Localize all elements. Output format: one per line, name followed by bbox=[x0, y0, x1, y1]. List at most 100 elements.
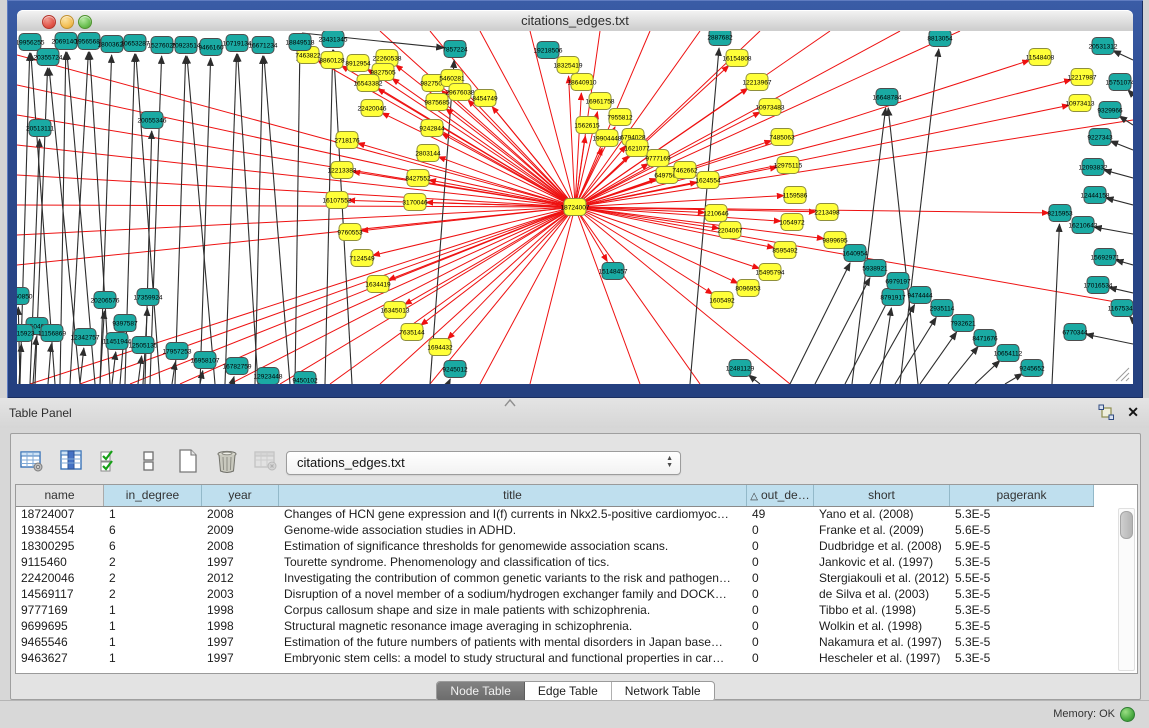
graph-node[interactable]: 25260850 bbox=[17, 288, 33, 305]
graph-node[interactable]: 8860128 bbox=[319, 52, 345, 69]
graph-node[interactable]: 8215953 bbox=[1047, 205, 1073, 222]
graph-node[interactable]: 9777169 bbox=[645, 150, 671, 167]
vertical-scrollbar[interactable] bbox=[1118, 508, 1135, 671]
graph-node[interactable]: 11675342 bbox=[1108, 300, 1133, 317]
graph-node[interactable]: 9450102 bbox=[292, 372, 318, 385]
graph-node[interactable]: 19956255 bbox=[17, 34, 45, 51]
graph-node[interactable]: 1210646 bbox=[703, 205, 729, 222]
graph-node[interactable]: 7485063 bbox=[769, 129, 795, 146]
table-select-dropdown[interactable]: citations_edges.txt ▲▼ bbox=[286, 451, 681, 475]
graph-node[interactable]: 15495794 bbox=[756, 264, 785, 281]
graph-node[interactable]: 9397587 bbox=[112, 315, 138, 332]
graph-node[interactable]: 12213967 bbox=[743, 74, 772, 91]
column-header-pagerank[interactable]: pagerank bbox=[950, 485, 1094, 506]
graph-node[interactable]: 12975115 bbox=[774, 157, 803, 174]
float-panel-icon[interactable] bbox=[1098, 404, 1115, 420]
table-settings-icon[interactable] bbox=[19, 448, 45, 474]
graph-node[interactable]: 12217987 bbox=[1068, 69, 1097, 86]
graph-node[interactable]: 1694432 bbox=[427, 339, 453, 356]
graph-node[interactable]: 20355724 bbox=[34, 49, 63, 66]
graph-node[interactable]: 16154808 bbox=[723, 50, 752, 67]
graph-node[interactable]: 2803144 bbox=[415, 145, 441, 162]
graph-node[interactable]: 3915923 bbox=[17, 325, 35, 342]
graph-node[interactable]: 17359924 bbox=[134, 289, 163, 306]
graph-node[interactable]: 2935114 bbox=[930, 300, 955, 317]
graph-node[interactable]: 29676038 bbox=[446, 84, 475, 101]
graph-node[interactable]: 20206576 bbox=[91, 292, 120, 309]
graph-node[interactable]: 11451944 bbox=[103, 333, 132, 350]
graph-node[interactable]: 18325419 bbox=[554, 57, 583, 74]
graph-node[interactable]: 9466160 bbox=[198, 39, 224, 56]
graph-node[interactable]: 9242844 bbox=[419, 120, 445, 137]
scrollbar-thumb[interactable] bbox=[1120, 511, 1133, 539]
graph-node[interactable]: 20923514 bbox=[172, 37, 201, 54]
row-stack-icon[interactable] bbox=[136, 448, 162, 474]
graph-node[interactable]: 2213498 bbox=[814, 204, 840, 221]
graph-node[interactable]: 5938921 bbox=[862, 260, 888, 277]
graph-node[interactable]: 17016534 bbox=[1084, 277, 1113, 294]
graph-node[interactable]: 7932621 bbox=[950, 315, 976, 332]
network-canvas[interactable]: 1872400774638228860128891295422260538982… bbox=[17, 31, 1133, 384]
graph-node[interactable]: 16107552 bbox=[323, 192, 352, 209]
graph-node[interactable]: 1159586 bbox=[783, 187, 808, 204]
graph-node[interactable]: 8813054 bbox=[927, 31, 953, 47]
graph-node[interactable]: 15692971 bbox=[1091, 249, 1120, 266]
graph-node[interactable]: 18849518 bbox=[286, 34, 315, 51]
table-row[interactable]: 1938455462009Genome-wide association stu… bbox=[16, 522, 1137, 538]
graph-node[interactable]: 6770344 bbox=[1062, 324, 1088, 341]
network-graph[interactable]: 1872400774638228860128891295422260538982… bbox=[17, 31, 1133, 384]
table-row[interactable]: 946362711997Embryonic stem cells: a mode… bbox=[16, 650, 1137, 666]
column-header-short[interactable]: short bbox=[814, 485, 950, 506]
graph-node[interactable]: 11156869 bbox=[38, 325, 66, 342]
table-row[interactable]: 1872400712008Changes of HCN gene express… bbox=[16, 506, 1137, 522]
select-rows-check-icon[interactable] bbox=[97, 448, 123, 474]
column-header-in_degree[interactable]: in_degree bbox=[104, 485, 202, 506]
graph-node[interactable]: 8454749 bbox=[472, 90, 498, 107]
graph-node[interactable]: 16648784 bbox=[873, 89, 902, 106]
select-columns-icon[interactable] bbox=[58, 448, 84, 474]
table-row[interactable]: 1830029562008Estimation of significance … bbox=[16, 538, 1137, 554]
table-row[interactable]: 2242004622012Investigating the contribut… bbox=[16, 570, 1137, 586]
window-resize-grip-icon[interactable] bbox=[1113, 366, 1131, 382]
graph-node[interactable]: 20055346 bbox=[138, 112, 167, 129]
graph-node[interactable]: 12481129 bbox=[726, 360, 755, 377]
graph-node[interactable]: 7124549 bbox=[349, 250, 375, 267]
graph-node[interactable]: 12505135 bbox=[129, 337, 158, 354]
graph-node[interactable]: 19218506 bbox=[534, 42, 563, 59]
graph-node[interactable]: 9329966 bbox=[1097, 102, 1123, 119]
column-header-name[interactable]: name bbox=[16, 485, 104, 506]
graph-node[interactable]: 10719134 bbox=[223, 35, 252, 52]
column-header-year[interactable]: year bbox=[202, 485, 279, 506]
graph-node[interactable]: 16958107 bbox=[191, 352, 220, 369]
graph-node[interactable]: 11548408 bbox=[1026, 49, 1055, 66]
graph-node[interactable]: 7955812 bbox=[607, 109, 633, 126]
graph-node[interactable]: 10654112 bbox=[994, 345, 1023, 362]
table-row[interactable]: 969969511998Structural magnetic resonanc… bbox=[16, 618, 1137, 634]
graph-node[interactable]: 12213383 bbox=[328, 162, 357, 179]
graph-node[interactable]: 1624554 bbox=[695, 172, 721, 189]
graph-node[interactable]: 9899695 bbox=[822, 232, 848, 249]
graph-node[interactable]: 3170046 bbox=[402, 194, 428, 211]
graph-node[interactable]: 17957253 bbox=[163, 343, 192, 360]
graph-node[interactable]: 16345013 bbox=[381, 302, 410, 319]
create-table-icon[interactable] bbox=[175, 448, 201, 474]
graph-node[interactable]: 1562615 bbox=[574, 117, 600, 134]
graph-node[interactable]: 9227343 bbox=[1087, 129, 1113, 146]
tab-node-table[interactable]: Node Table bbox=[437, 682, 525, 701]
graph-node[interactable]: 6979197 bbox=[885, 273, 911, 290]
graph-node[interactable]: 10653287 bbox=[121, 35, 150, 52]
graph-node[interactable]: 8912954 bbox=[345, 55, 371, 72]
graph-node[interactable]: 7857224 bbox=[442, 41, 468, 58]
graph-node[interactable]: 19904448 bbox=[593, 130, 622, 147]
table-row[interactable]: 911546021997Tourette syndrome. Phenomeno… bbox=[16, 554, 1137, 570]
graph-node[interactable]: 15751074 bbox=[1106, 74, 1133, 91]
window-titlebar[interactable]: citations_edges.txt bbox=[17, 10, 1133, 32]
delete-entries-icon[interactable] bbox=[214, 448, 240, 474]
graph-node[interactable]: 8096953 bbox=[735, 280, 761, 297]
close-panel-icon[interactable]: ✕ bbox=[1127, 404, 1139, 420]
graph-node[interactable]: 7635144 bbox=[399, 324, 425, 341]
graph-node[interactable]: 16961758 bbox=[586, 93, 615, 110]
graph-node[interactable]: 15148457 bbox=[599, 263, 628, 280]
graph-node[interactable]: 18640910 bbox=[568, 74, 597, 91]
graph-node[interactable]: 2204067 bbox=[717, 222, 743, 239]
